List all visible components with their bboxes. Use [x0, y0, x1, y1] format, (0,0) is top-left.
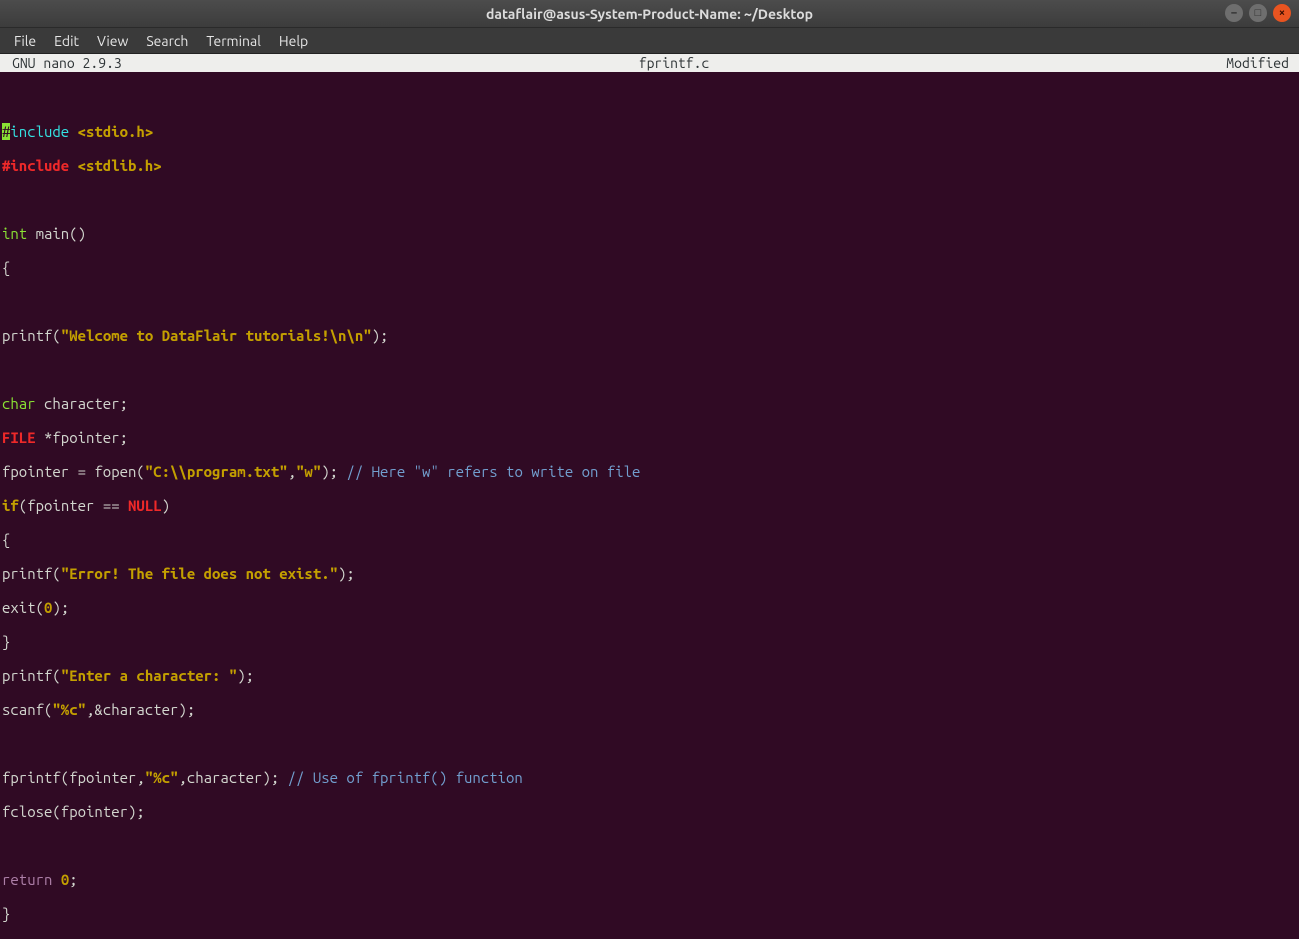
- code-line: printf("Error! The file does not exist."…: [2, 565, 1297, 582]
- blank-line: [2, 361, 1297, 378]
- editor-area[interactable]: #include <stdio.h> #include <stdlib.h> i…: [0, 72, 1299, 939]
- maximize-button[interactable]: □: [1249, 4, 1267, 22]
- blank-line: [2, 735, 1297, 752]
- code-line: int main(): [2, 225, 1297, 242]
- code-line: return 0;: [2, 871, 1297, 888]
- code-line: }: [2, 905, 1297, 922]
- blank-line: [2, 293, 1297, 310]
- code-line: fprintf(fpointer,"%c",character); // Use…: [2, 769, 1297, 786]
- menu-file[interactable]: File: [6, 31, 44, 51]
- blank-line: [2, 191, 1297, 208]
- blank-line: [2, 837, 1297, 854]
- close-button[interactable]: ×: [1273, 4, 1291, 22]
- code-line: if(fpointer == NULL): [2, 497, 1297, 514]
- menu-edit[interactable]: Edit: [46, 31, 87, 51]
- menu-terminal[interactable]: Terminal: [198, 31, 269, 51]
- code-line: char character;: [2, 395, 1297, 412]
- code-line: fpointer = fopen("C:\\program.txt","w");…: [2, 463, 1297, 480]
- code-line: {: [2, 259, 1297, 276]
- blank-line: [2, 89, 1297, 106]
- menu-help[interactable]: Help: [271, 31, 316, 51]
- code-line: #include <stdlib.h>: [2, 157, 1297, 174]
- code-line: FILE *fpointer;: [2, 429, 1297, 446]
- code-line: {: [2, 531, 1297, 548]
- code-line: #include <stdio.h>: [2, 123, 1297, 140]
- nano-statusbar: GNU nano 2.9.3 fprintf.c Modified: [0, 54, 1299, 72]
- code-line: printf("Welcome to DataFlair tutorials!\…: [2, 327, 1297, 344]
- menu-search[interactable]: Search: [138, 31, 196, 51]
- menu-view[interactable]: View: [89, 31, 136, 51]
- nano-program: GNU nano 2.9.3: [2, 54, 122, 72]
- window-controls: – □ ×: [1225, 4, 1291, 22]
- nano-filename: fprintf.c: [122, 54, 1227, 72]
- menubar: File Edit View Search Terminal Help: [0, 28, 1299, 54]
- code-line: fclose(fpointer);: [2, 803, 1297, 820]
- code-line: scanf("%c",&character);: [2, 701, 1297, 718]
- code-line: exit(0);: [2, 599, 1297, 616]
- window-titlebar: dataflair@asus-System-Product-Name: ~/De…: [0, 0, 1299, 28]
- nano-modified: Modified: [1226, 54, 1297, 72]
- minimize-button[interactable]: –: [1225, 4, 1243, 22]
- window-title: dataflair@asus-System-Product-Name: ~/De…: [486, 6, 813, 22]
- code-line: printf("Enter a character: ");: [2, 667, 1297, 684]
- code-line: }: [2, 633, 1297, 650]
